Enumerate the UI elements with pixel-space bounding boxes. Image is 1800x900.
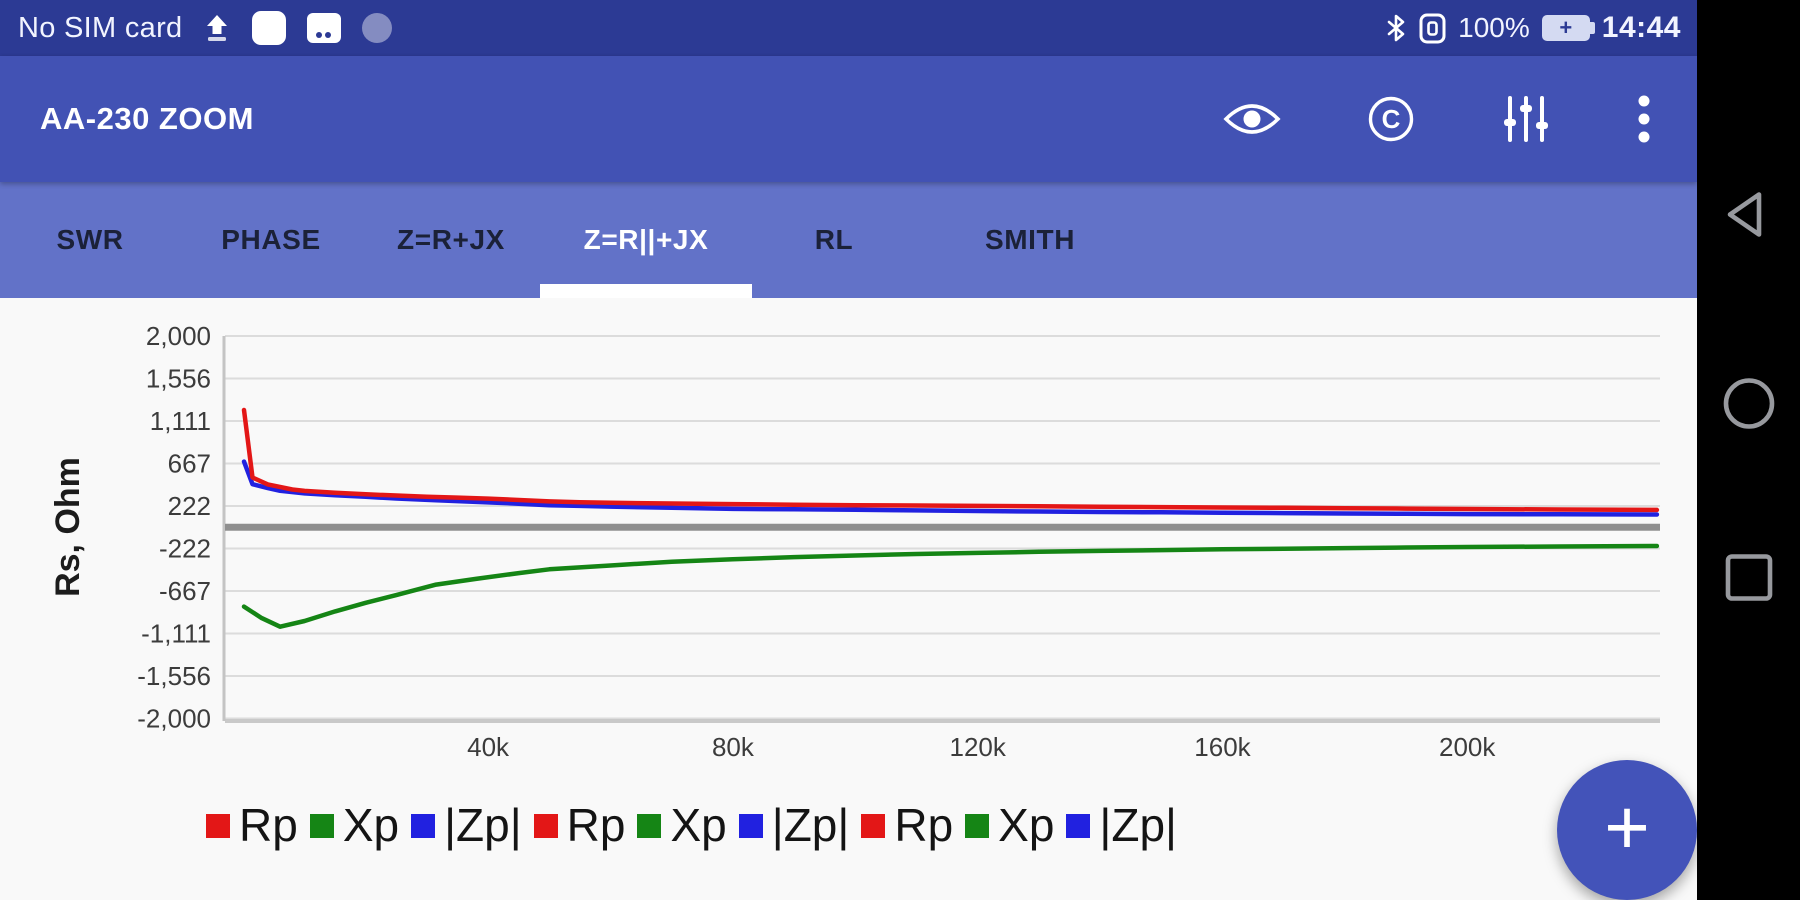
home-icon[interactable]	[1721, 376, 1777, 437]
legend-label: Xp	[998, 802, 1054, 848]
legend-swatch	[534, 814, 558, 838]
clock-label: 14:44	[1602, 11, 1681, 45]
add-button[interactable]: +	[1557, 760, 1697, 900]
back-icon[interactable]	[1721, 187, 1777, 248]
status-bar-left: No SIM card	[18, 11, 392, 45]
copyright-icon[interactable]: C	[1367, 95, 1415, 143]
status-bar: No SIM card 100% + 14:44	[0, 0, 1697, 56]
app-bar: AA-230 ZOOM C	[0, 56, 1697, 182]
app-bar-actions: C	[1223, 94, 1651, 144]
y-tick-label: 222	[168, 491, 211, 521]
legend-item: Rp	[206, 802, 298, 848]
series-Xp	[244, 546, 1657, 627]
chart-legend: Rp Xp |Zp| Rp Xp |Zp| Rp Xp |Zp|	[206, 802, 1177, 848]
overflow-menu-icon[interactable]	[1637, 94, 1651, 144]
svg-text:C: C	[1382, 104, 1401, 134]
legend-label: |Zp|	[772, 802, 850, 848]
upload-icon	[202, 13, 232, 43]
tab-z-series[interactable]: Z=R+JX	[362, 182, 540, 298]
legend-item: Xp	[637, 802, 726, 848]
tab-rl[interactable]: RL	[752, 182, 916, 298]
tab-swr[interactable]: SWR	[0, 182, 180, 298]
android-nav-bar	[1697, 0, 1800, 900]
y-tick-label: -2,000	[137, 704, 211, 734]
page-title: AA-230 ZOOM	[40, 101, 254, 137]
y-tick-label: -1,556	[137, 661, 211, 691]
chart-area: 2,000 1,556 1,111 667 222 -222 -667 -1,111 -1,55…	[0, 298, 1697, 900]
legend-label: |Zp|	[444, 802, 522, 848]
legend-item: Rp	[534, 802, 626, 848]
y-axis-title: Rs, Ohm	[49, 446, 85, 608]
tab-smith[interactable]: SMITH	[916, 182, 1144, 298]
y-tick-label: -1,111	[141, 619, 211, 649]
legend-swatch	[310, 814, 334, 838]
legend-label: |Zp|	[1099, 802, 1177, 848]
x-tick-label: 40k	[467, 732, 510, 762]
legend-label: Rp	[894, 802, 953, 848]
battery-charge-glyph: +	[1559, 17, 1572, 39]
y-tick-label: 1,556	[146, 364, 211, 394]
plus-icon: +	[1604, 788, 1650, 866]
x-tick-label: 200k	[1439, 732, 1496, 762]
circle-icon	[362, 13, 392, 43]
legend-item: Rp	[861, 802, 953, 848]
legend-swatch	[965, 814, 989, 838]
legend-item: |Zp|	[411, 802, 522, 848]
bluetooth-icon	[1385, 13, 1407, 43]
y-tick-label: 2,000	[146, 321, 211, 351]
y-tick-label: -667	[159, 576, 211, 606]
status-bar-right: 100% + 14:44	[1385, 11, 1681, 45]
battery-icon: +	[1542, 15, 1590, 41]
x-tick-label: 160k	[1194, 732, 1251, 762]
screenshot-icon	[306, 12, 342, 44]
legend-swatch	[861, 814, 885, 838]
legend-label: Rp	[567, 802, 626, 848]
document-icon	[1419, 13, 1446, 44]
app-screen: No SIM card 100% + 14:44 AA-230 ZOOM	[0, 0, 1697, 900]
x-tick-label: 80k	[712, 732, 755, 762]
eye-icon[interactable]	[1223, 100, 1281, 138]
legend-swatch	[411, 814, 435, 838]
legend-swatch	[206, 814, 230, 838]
tab-z-parallel[interactable]: Z=R||+JX	[540, 182, 752, 298]
recents-icon[interactable]	[1723, 552, 1775, 609]
legend-label: Xp	[343, 802, 399, 848]
legend-item: |Zp|	[1066, 802, 1177, 848]
tab-bar: SWR PHASE Z=R+JX Z=R||+JX RL SMITH	[0, 182, 1697, 298]
square-icon	[252, 11, 286, 45]
y-tick-label: 1,111	[150, 406, 211, 436]
legend-label: Rp	[239, 802, 298, 848]
legend-swatch	[1066, 814, 1090, 838]
legend-item: |Zp|	[739, 802, 850, 848]
series-Rp	[244, 410, 1657, 510]
tab-phase[interactable]: PHASE	[180, 182, 362, 298]
x-tick-label: 120k	[950, 732, 1007, 762]
legend-item: Xp	[965, 802, 1054, 848]
legend-label: Xp	[670, 802, 726, 848]
legend-item: Xp	[310, 802, 399, 848]
legend-swatch	[637, 814, 661, 838]
tune-icon[interactable]	[1501, 95, 1551, 143]
y-tick-label: -222	[159, 534, 211, 564]
carrier-label: No SIM card	[18, 12, 182, 45]
y-tick-label: 667	[168, 449, 211, 479]
legend-swatch	[739, 814, 763, 838]
active-tab-indicator	[540, 284, 752, 298]
battery-percent-label: 100%	[1458, 12, 1530, 44]
